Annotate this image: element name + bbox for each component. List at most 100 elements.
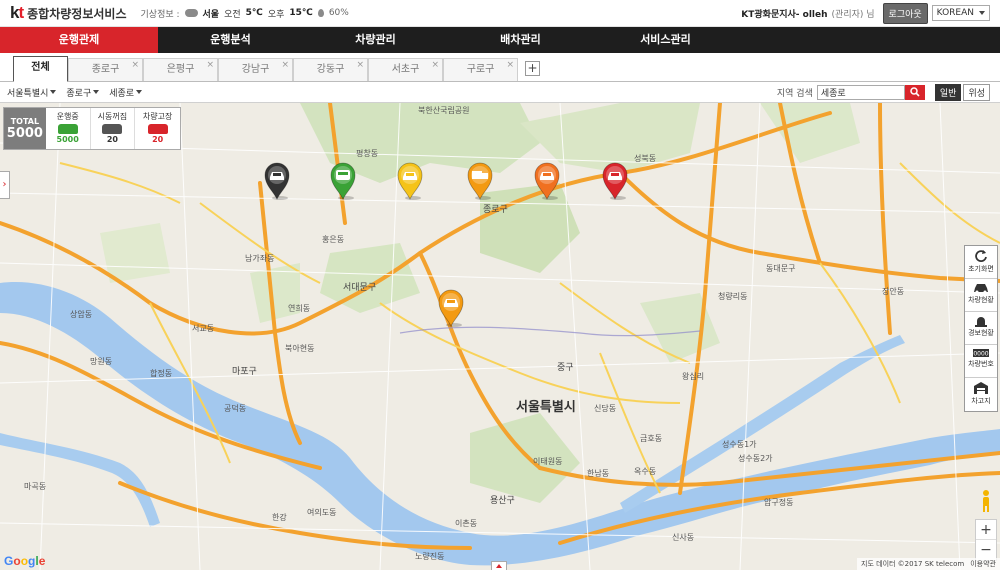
tab-guro[interactable]: 구로구 × bbox=[443, 58, 518, 81]
place-label: 이촌동 bbox=[455, 519, 478, 528]
tab-label: 강남구 bbox=[241, 64, 270, 75]
vehicle-pin[interactable] bbox=[328, 161, 358, 201]
total-count[interactable]: TOTAL 5000 bbox=[4, 108, 46, 149]
chevron-down-icon bbox=[136, 90, 143, 94]
chevron-down-icon bbox=[50, 90, 57, 94]
vehicle-pin[interactable] bbox=[436, 288, 466, 328]
place-label: 북한산국립공원 bbox=[418, 106, 470, 115]
place-label: 마곡동 bbox=[24, 482, 47, 491]
nav-item-driving-analysis[interactable]: 운행분석 bbox=[158, 27, 303, 53]
car-icon bbox=[102, 124, 123, 134]
expand-panel-button[interactable]: › bbox=[0, 171, 10, 199]
place-label: 옥수동 bbox=[634, 467, 657, 476]
status-idle[interactable]: 시동꺼짐 20 bbox=[91, 108, 136, 149]
place-label: 공덕동 bbox=[224, 404, 247, 413]
tab-jongno[interactable]: 종로구 × bbox=[68, 58, 143, 81]
close-icon[interactable]: × bbox=[506, 60, 514, 70]
expand-bottom-button[interactable] bbox=[491, 561, 507, 570]
tool-vehicle-status[interactable]: 차량현황 bbox=[965, 279, 997, 312]
map-attribution: 지도 데이터 ©2017 SK telecom 이용약관 bbox=[857, 558, 1000, 570]
tab-label: 강동구 bbox=[316, 64, 345, 75]
total-label: TOTAL bbox=[10, 117, 40, 126]
city-dropdown[interactable]: 서울특별시 bbox=[7, 86, 57, 99]
vehicle-pin[interactable] bbox=[600, 161, 630, 201]
add-tab-button[interactable]: + bbox=[525, 61, 540, 76]
idle-label: 시동꺼짐 bbox=[97, 112, 128, 121]
vehicle-pin[interactable] bbox=[465, 161, 495, 201]
nav-item-service-management[interactable]: 서비스관리 bbox=[593, 27, 738, 53]
attribution-text: 지도 데이터 ©2017 SK telecom bbox=[861, 560, 965, 568]
map-type-satellite-button[interactable]: 위성 bbox=[963, 83, 990, 101]
filter-bar: 서울특별시 종로구 세종로 지역 검색 일반 위성 bbox=[0, 82, 1000, 103]
zoom-out-button[interactable]: − bbox=[976, 540, 996, 560]
top-header: kt 종합차량정보서비스 기상정보 : 서울 오전 5℃ 오후 15℃ 60% … bbox=[0, 0, 1000, 27]
place-label: 성수동2가 bbox=[738, 454, 773, 463]
zoom-control: + − bbox=[975, 519, 997, 561]
nav-item-vehicle-management[interactable]: 차량관리 bbox=[303, 27, 448, 53]
road-value: 세종로 bbox=[109, 88, 135, 99]
map-type-normal-button[interactable]: 일반 bbox=[934, 83, 962, 101]
plate-icon: 0000 bbox=[973, 349, 989, 358]
status-fault[interactable]: 차량고장 20 bbox=[135, 108, 180, 149]
tab-eunpyeong[interactable]: 은평구 × bbox=[143, 58, 218, 81]
tool-alarm-status[interactable]: 경보현황 bbox=[965, 312, 997, 345]
fault-label: 차량고장 bbox=[142, 112, 173, 121]
map-view[interactable]: 서울특별시 종로구 서대문구 마포구 용산구 중구 북한산국립공원 평창동 홍은… bbox=[0, 103, 1000, 570]
place-label: 망원동 bbox=[90, 357, 113, 366]
place-label: 연희동 bbox=[288, 304, 311, 313]
humidity-icon bbox=[317, 9, 324, 17]
total-value: 5000 bbox=[6, 126, 43, 141]
tab-gangdong[interactable]: 강동구 × bbox=[293, 58, 368, 81]
pegman-icon[interactable] bbox=[979, 489, 993, 513]
tab-label: 전체 bbox=[31, 62, 50, 73]
close-icon[interactable]: × bbox=[206, 60, 214, 70]
close-icon[interactable]: × bbox=[281, 60, 289, 70]
search-button[interactable] bbox=[904, 84, 925, 100]
map-tools: 초기화면 차량현황 경보현황 0000 차량번호 차고지 bbox=[964, 245, 998, 412]
tool-plate-number[interactable]: 0000 차량번호 bbox=[965, 345, 997, 378]
place-label: 한강 bbox=[272, 513, 287, 522]
tool-reset[interactable]: 초기화면 bbox=[965, 246, 997, 279]
tab-all[interactable]: 전체 bbox=[13, 56, 68, 82]
close-icon[interactable]: × bbox=[356, 60, 364, 70]
weather-info: 기상정보 : 서울 오전 5℃ 오후 15℃ 60% bbox=[141, 7, 349, 20]
vehicle-pin[interactable] bbox=[532, 161, 562, 201]
gu-label: 서대문구 bbox=[343, 283, 377, 293]
place-label: 신당동 bbox=[594, 404, 617, 413]
am-temp: 5℃ bbox=[245, 8, 263, 18]
place-label: 압구정동 bbox=[764, 498, 794, 507]
tab-label: 은평구 bbox=[166, 64, 195, 75]
logout-button[interactable]: 로그아웃 bbox=[882, 2, 928, 24]
logo[interactable]: kt 종합차량정보서비스 bbox=[10, 3, 127, 23]
district-dropdown[interactable]: 종로구 bbox=[66, 86, 100, 99]
region-search-input[interactable] bbox=[816, 84, 905, 100]
place-label: 여의도동 bbox=[307, 508, 337, 517]
nav-item-driving-control[interactable]: 운행관제 bbox=[0, 27, 158, 53]
user-name: KT광화문지사- olleh bbox=[741, 9, 828, 20]
place-label: 서교동 bbox=[192, 324, 215, 333]
close-icon[interactable]: × bbox=[131, 60, 139, 70]
tool-label: 차량현황 bbox=[968, 296, 994, 304]
terms-link[interactable]: 이용약관 bbox=[970, 559, 996, 569]
road-dropdown[interactable]: 세종로 bbox=[109, 86, 143, 99]
status-running[interactable]: 운행중 5000 bbox=[46, 108, 91, 149]
vehicle-pin[interactable] bbox=[262, 161, 292, 201]
place-label: 동대문구 bbox=[766, 264, 796, 273]
tool-garage[interactable]: 차고지 bbox=[965, 378, 997, 411]
chevron-down-icon bbox=[93, 90, 100, 94]
place-label: 상암동 bbox=[70, 310, 93, 319]
tab-label: 서초구 bbox=[391, 64, 420, 75]
close-icon[interactable]: × bbox=[431, 60, 439, 70]
refresh-icon bbox=[975, 250, 987, 262]
tab-gangnam[interactable]: 강남구 × bbox=[218, 58, 293, 81]
language-select[interactable]: KOREAN bbox=[931, 5, 990, 21]
place-label: 남가좌동 bbox=[245, 254, 275, 263]
vehicle-pin[interactable] bbox=[395, 161, 425, 201]
tab-seocho[interactable]: 서초구 × bbox=[368, 58, 443, 81]
place-label: 합정동 bbox=[150, 369, 173, 378]
zoom-in-button[interactable]: + bbox=[976, 520, 996, 540]
place-label: 성북동 bbox=[634, 154, 657, 163]
place-label: 신사동 bbox=[672, 533, 695, 542]
service-name: 종합차량정보서비스 bbox=[27, 6, 127, 21]
nav-item-dispatch-management[interactable]: 배차관리 bbox=[448, 27, 593, 53]
